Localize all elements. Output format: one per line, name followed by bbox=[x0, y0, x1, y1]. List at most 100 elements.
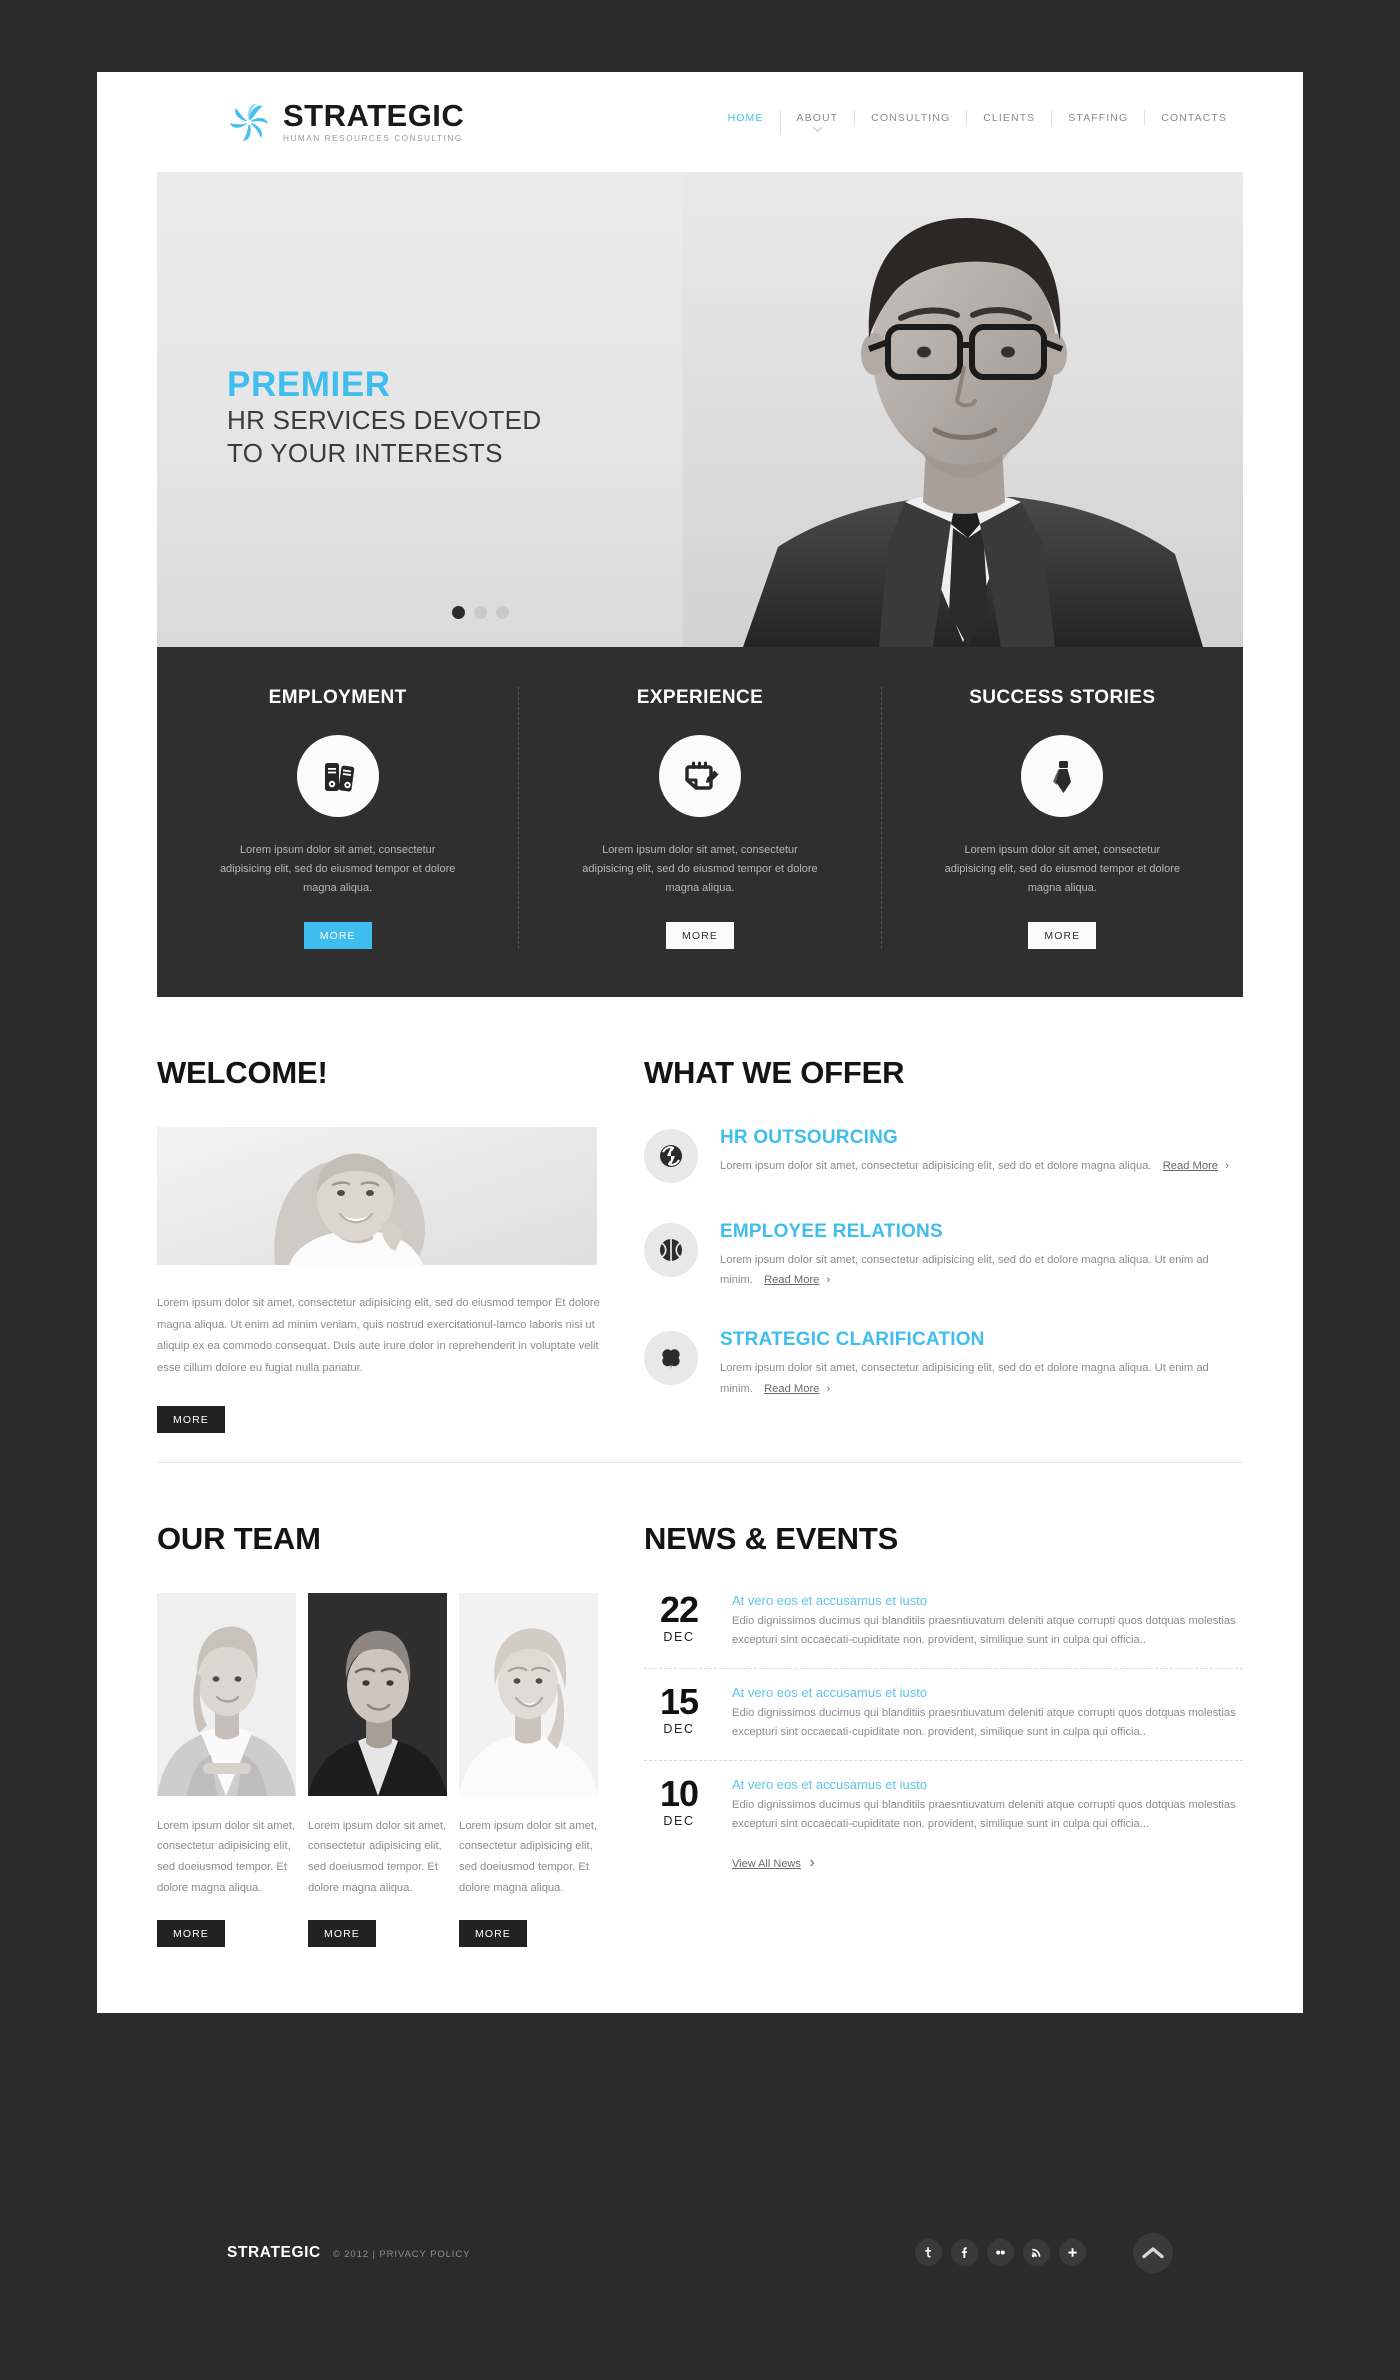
team-member-photo bbox=[459, 1592, 598, 1796]
hero-line-1: HR SERVICES DEVOTED bbox=[227, 404, 542, 435]
nav-item-home[interactable]: HOME bbox=[712, 110, 780, 126]
nav-item-clients[interactable]: CLIENTS bbox=[966, 110, 1051, 126]
news-title-link[interactable]: At vero eos et accusamus et iusto bbox=[732, 1685, 1243, 1700]
rss-icon[interactable] bbox=[1023, 2239, 1050, 2266]
slider-dot-1[interactable] bbox=[452, 606, 465, 619]
footer-left: STRATEGIC © 2012 | PRIVACY POLICY bbox=[227, 2244, 470, 2262]
news-month: DEC bbox=[663, 1629, 695, 1644]
news-month: DEC bbox=[663, 1721, 695, 1736]
feature-card-employment: EMPLOYMENT Lorem ipsum dolor sit amet, c… bbox=[157, 687, 518, 949]
offer-title[interactable]: EMPLOYEE RELATIONS bbox=[720, 1221, 1243, 1243]
read-more-link[interactable]: Read More bbox=[764, 1274, 819, 1286]
offers-heading: WHAT WE OFFER bbox=[644, 1054, 905, 1090]
page-root: STRATEGIC HUMAN RESOURCES CONSULTING HOM… bbox=[0, 0, 1400, 2380]
offer-title[interactable]: HR OUTSOURCING bbox=[720, 1127, 1229, 1149]
feature-title: EXPERIENCE bbox=[636, 687, 764, 708]
news-item: 15 DEC At vero eos et accusamus et iusto… bbox=[644, 1667, 1243, 1760]
feature-text: Lorem ipsum dolor sit amet, consectetur … bbox=[582, 844, 818, 894]
team-more-button[interactable]: MORE bbox=[459, 1920, 527, 1948]
team-photos-row: Lorem ipsum dolor sit amet, consectetur … bbox=[157, 1592, 600, 1948]
nav-label: CONTACTS bbox=[1161, 112, 1227, 124]
feature-icon-badge bbox=[658, 735, 741, 817]
chevron-right-icon: › bbox=[1225, 1159, 1229, 1172]
news-day: 15 bbox=[659, 1680, 699, 1722]
hero-slider: PREMIER HR SERVICES DEVOTED TO YOUR INTE… bbox=[157, 172, 1243, 647]
offer-title[interactable]: STRATEGIC CLARIFICATION bbox=[720, 1329, 1243, 1351]
feature-title: EMPLOYMENT bbox=[268, 687, 407, 708]
content-area: WELCOME! Lorem ipsum dolor sit amet, con… bbox=[97, 997, 1303, 1438]
offer-text: Lorem ipsum dolor sit amet, consectetur … bbox=[720, 1358, 1243, 1399]
team-member-3: Lorem ipsum dolor sit amet, consectetur … bbox=[459, 1592, 598, 1948]
necktie-icon bbox=[1053, 761, 1072, 793]
feature-icon-badge bbox=[1021, 735, 1104, 817]
welcome-more-button[interactable]: MORE bbox=[157, 1406, 225, 1434]
team-column: OUR TEAM Lorem ipsum dolor sit amet, con… bbox=[157, 1521, 600, 1948]
news-title-link[interactable]: At vero eos et accusamus et iusto bbox=[732, 1593, 1243, 1608]
offer-icon-badge bbox=[644, 1222, 698, 1277]
team-more-button[interactable]: MORE bbox=[157, 1920, 225, 1948]
view-all-news-link[interactable]: View All News bbox=[732, 1858, 801, 1870]
team-member-photo bbox=[157, 1592, 296, 1796]
news-date: 22 DEC bbox=[644, 1588, 714, 1650]
clover-icon bbox=[662, 1349, 680, 1370]
chevron-right-icon: › bbox=[826, 1382, 831, 1395]
read-more-link[interactable]: Read More bbox=[764, 1383, 819, 1395]
brand-title: STRATEGIC bbox=[283, 98, 465, 134]
site-header: STRATEGIC HUMAN RESOURCES CONSULTING HOM… bbox=[97, 72, 1303, 172]
pinwheel-logo-icon bbox=[227, 100, 271, 144]
footer-copyright[interactable]: © 2012 | PRIVACY POLICY bbox=[333, 2249, 471, 2260]
offer-text: Lorem ipsum dolor sit amet, consectetur … bbox=[720, 1250, 1243, 1291]
feature-text: Lorem ipsum dolor sit amet, consectetur … bbox=[219, 844, 456, 894]
facebook-icon[interactable] bbox=[951, 2239, 978, 2266]
nav-label: CONSULTING bbox=[871, 112, 951, 124]
nav-item-consulting[interactable]: CONSULTING bbox=[854, 110, 966, 126]
feature-card-success-stories: SUCCESS STORIES Lorem ipsum dolor sit am… bbox=[880, 687, 1243, 949]
chevron-down-icon bbox=[812, 127, 822, 132]
flickr-icon[interactable] bbox=[987, 2239, 1014, 2266]
offer-item-employee-relations: EMPLOYEE RELATIONS Lorem ipsum dolor sit… bbox=[644, 1221, 1243, 1291]
read-more-link[interactable]: Read More bbox=[1163, 1160, 1218, 1172]
offer-body: Lorem ipsum dolor sit amet, consectetur … bbox=[720, 1159, 1152, 1172]
news-title-link[interactable]: At vero eos et accusamus et iusto bbox=[732, 1777, 1243, 1792]
twitter-icon[interactable] bbox=[915, 2239, 942, 2266]
nav-item-about[interactable]: ABOUT bbox=[779, 110, 855, 134]
offer-item-strategic-clarification: STRATEGIC CLARIFICATION Lorem ipsum dolo… bbox=[644, 1329, 1243, 1399]
feature-more-button[interactable]: MORE bbox=[303, 921, 372, 949]
offer-icon-badge bbox=[644, 1128, 698, 1183]
nav-label: HOME bbox=[727, 112, 764, 124]
chevron-right-icon: › bbox=[809, 1853, 815, 1871]
recycle-arrows-icon bbox=[660, 1144, 682, 1167]
news-day: 22 bbox=[659, 1588, 699, 1630]
hero-copy: PREMIER HR SERVICES DEVOTED TO YOUR INTE… bbox=[227, 365, 542, 470]
nav-label: STAFFING bbox=[1068, 112, 1129, 124]
plus-icon[interactable] bbox=[1059, 2239, 1086, 2266]
news-body: Edio dignissimos ducimus qui blanditiis … bbox=[732, 1798, 1236, 1830]
team-more-button[interactable]: MORE bbox=[308, 1920, 376, 1948]
welcome-column: WELCOME! Lorem ipsum dolor sit amet, con… bbox=[157, 1055, 600, 1438]
team-member-1: Lorem ipsum dolor sit amet, consectetur … bbox=[157, 1592, 296, 1948]
news-date: 15 DEC bbox=[644, 1680, 714, 1742]
feature-more-button[interactable]: MORE bbox=[666, 921, 734, 949]
slider-dot-3[interactable] bbox=[496, 606, 509, 619]
news-body: Edio dignissimos ducimus qui blanditiis … bbox=[732, 1706, 1236, 1738]
team-news-row: OUR TEAM Lorem ipsum dolor sit amet, con… bbox=[157, 1463, 1243, 1948]
back-to-top-icon[interactable] bbox=[1133, 2232, 1173, 2273]
social-links bbox=[915, 2232, 1173, 2273]
feature-more-button[interactable]: MORE bbox=[1028, 921, 1097, 949]
welcome-text: Lorem ipsum dolor sit amet, consectetur … bbox=[157, 1296, 600, 1375]
hero-kicker: PREMIER bbox=[227, 365, 391, 404]
brand-logo[interactable]: STRATEGIC HUMAN RESOURCES CONSULTING bbox=[227, 100, 464, 144]
offer-item-hr-outsourcing: HR OUTSOURCING Lorem ipsum dolor sit ame… bbox=[644, 1127, 1243, 1183]
news-item: 10 DEC At vero eos et accusamus et iusto… bbox=[644, 1759, 1243, 1852]
news-body: Edio dignissimos ducimus qui blanditiis … bbox=[732, 1614, 1236, 1646]
feature-title: SUCCESS STORIES bbox=[969, 687, 1156, 708]
nav-item-staffing[interactable]: STAFFING bbox=[1051, 110, 1144, 126]
team-member-2: Lorem ipsum dolor sit amet, consectetur … bbox=[308, 1592, 447, 1948]
nav-label: ABOUT bbox=[796, 112, 839, 124]
feature-icon-badge bbox=[296, 735, 379, 817]
brand-subtitle: HUMAN RESOURCES CONSULTING bbox=[283, 134, 463, 144]
nav-item-contacts[interactable]: CONTACTS bbox=[1144, 110, 1243, 126]
basketball-icon bbox=[660, 1238, 682, 1261]
slider-dot-2[interactable] bbox=[474, 606, 487, 619]
team-member-text: Lorem ipsum dolor sit amet, consectetur … bbox=[459, 1819, 598, 1894]
